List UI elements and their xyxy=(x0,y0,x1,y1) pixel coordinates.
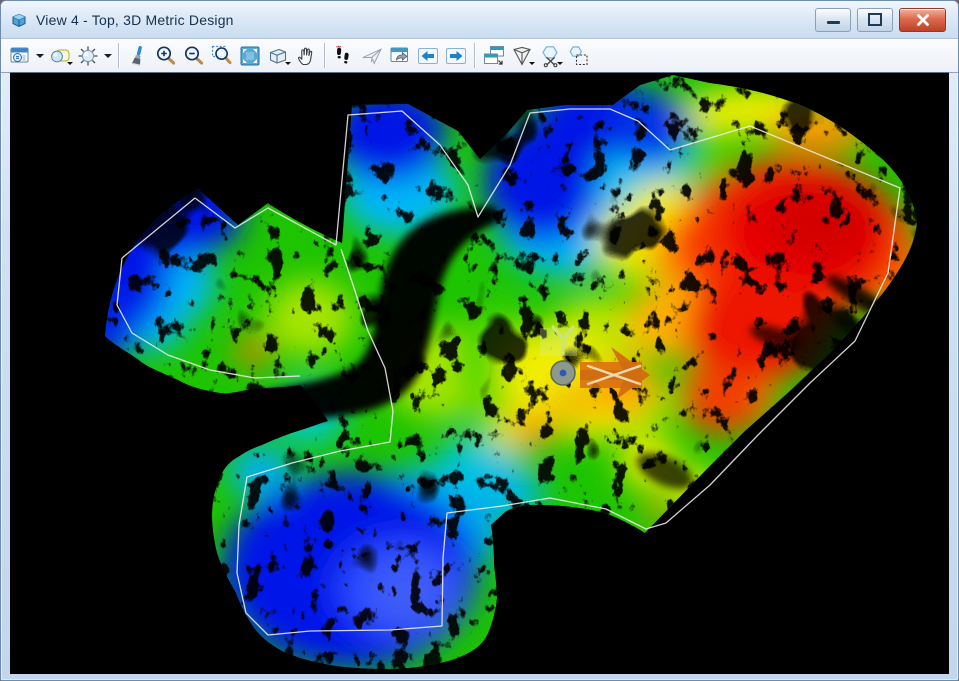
view-previous-button[interactable] xyxy=(414,42,441,69)
view-toolbar xyxy=(1,38,958,73)
adjust-brightness-button[interactable] xyxy=(74,42,101,69)
navigate-view-button[interactable] xyxy=(386,42,413,69)
clip-mask-dropdown[interactable] xyxy=(557,62,563,68)
maximize-icon xyxy=(868,13,882,26)
maximize-button[interactable] xyxy=(857,8,893,32)
point-marker-dot xyxy=(560,370,567,377)
rotate-view-dropdown[interactable] xyxy=(285,62,291,68)
titlebar[interactable]: View 4 - Top, 3D Metric Design xyxy=(1,1,958,38)
zoom-in-icon xyxy=(154,44,178,68)
adjust-brightness-dropdown[interactable] xyxy=(102,42,113,69)
close-icon xyxy=(916,14,930,26)
pan-hand-icon xyxy=(294,44,318,68)
toolbar-separator xyxy=(324,43,325,68)
view-attributes-icon xyxy=(8,44,32,68)
screen: View 4 - Top, 3D Metric Design xyxy=(0,0,959,681)
view-previous-arrow-icon xyxy=(416,44,440,68)
fly-button[interactable] xyxy=(358,42,385,69)
rotate-view-button[interactable] xyxy=(264,42,291,69)
display-style-button[interactable] xyxy=(46,42,73,69)
zoom-out-button[interactable] xyxy=(180,42,207,69)
zoom-in-button[interactable] xyxy=(152,42,179,69)
walk-button[interactable] xyxy=(330,42,357,69)
walk-footprints-icon xyxy=(332,44,356,68)
fit-view-icon xyxy=(238,44,262,68)
minimize-icon xyxy=(827,21,840,24)
toolbar-separator xyxy=(118,43,119,68)
copy-view-button[interactable] xyxy=(480,42,507,69)
viewport-canvas[interactable] xyxy=(10,72,949,674)
view-attributes-button[interactable] xyxy=(6,42,33,69)
update-view-button[interactable] xyxy=(124,42,151,69)
copy-view-icon xyxy=(482,44,506,68)
pan-view-button[interactable] xyxy=(292,42,319,69)
view-window: View 4 - Top, 3D Metric Design xyxy=(0,0,959,681)
window-area-icon xyxy=(210,44,234,68)
view-next-button[interactable] xyxy=(442,42,469,69)
window-title: View 4 - Top, 3D Metric Design xyxy=(36,12,234,28)
navigate-view-icon xyxy=(388,44,412,68)
close-button[interactable] xyxy=(899,8,946,32)
window-controls xyxy=(815,8,950,32)
view-cube-icon xyxy=(9,10,29,30)
window-area-button[interactable] xyxy=(208,42,235,69)
brightness-sun-icon xyxy=(76,44,100,68)
clip-volume-dropdown[interactable] xyxy=(529,62,535,68)
apply-clip-mask-button[interactable] xyxy=(564,42,591,69)
display-style-dropdown[interactable] xyxy=(67,62,73,68)
terrain-thermal-model xyxy=(10,73,949,674)
clip-mask-button[interactable] xyxy=(536,42,563,69)
apply-clip-mask-icon xyxy=(566,44,590,68)
toolbar-separator xyxy=(474,43,475,68)
fly-paper-plane-icon xyxy=(360,44,384,68)
paintbrush-icon xyxy=(126,44,150,68)
view-attributes-dropdown[interactable] xyxy=(34,42,45,69)
minimize-button[interactable] xyxy=(815,8,851,32)
view-next-arrow-icon xyxy=(444,44,468,68)
clip-volume-button[interactable] xyxy=(508,42,535,69)
fit-view-button[interactable] xyxy=(236,42,263,69)
zoom-out-icon xyxy=(182,44,206,68)
